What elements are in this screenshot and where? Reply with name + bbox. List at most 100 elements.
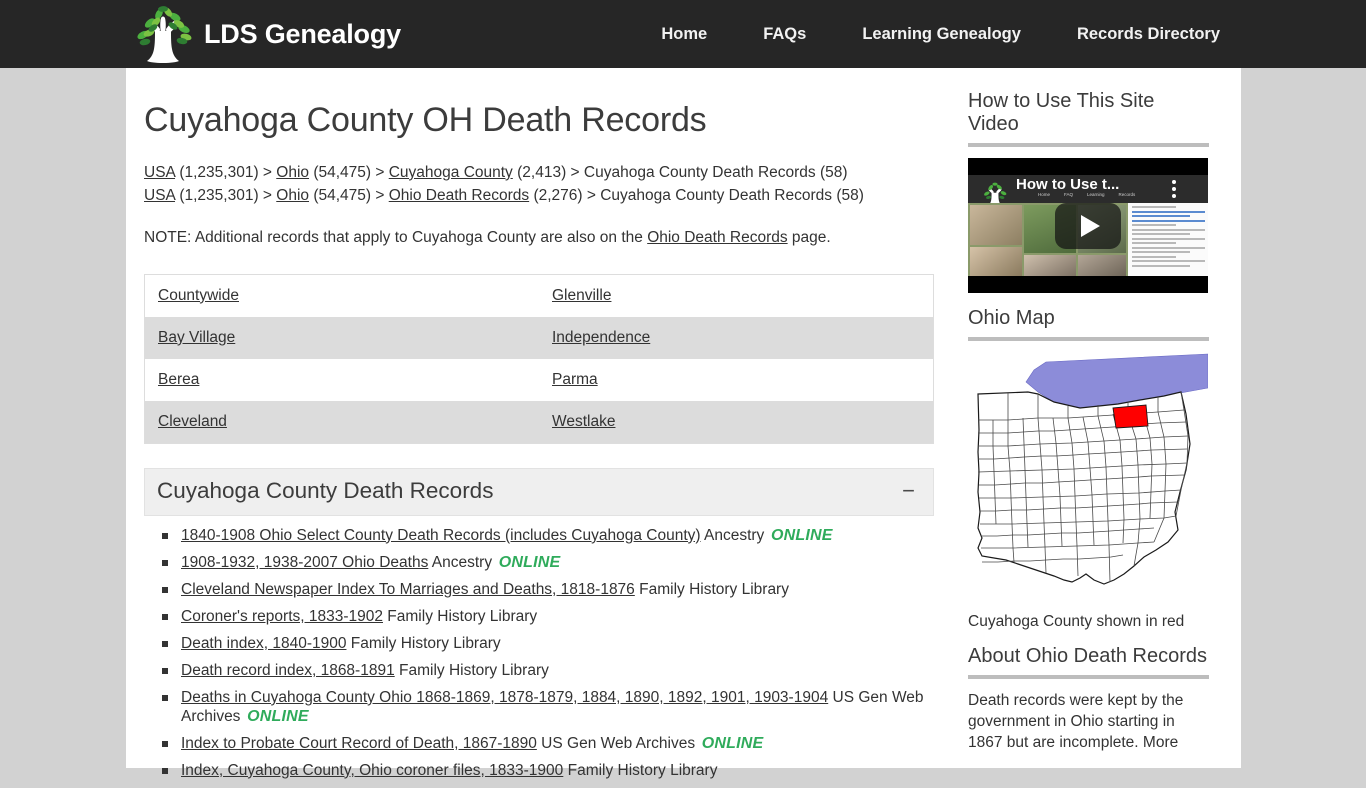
site-header: LDS Genealogy Home FAQs Learning Genealo… (0, 0, 1366, 68)
accordion-collapse-icon[interactable]: − (902, 479, 917, 502)
record-source: Family History Library (634, 580, 789, 598)
record-source: Family History Library (346, 634, 501, 652)
record-link[interactable]: Deaths in Cuyahoga County Ohio 1868-1869… (181, 689, 828, 706)
table-row: Bay Village Independence (144, 316, 934, 359)
list-item: Death index, 1840-1900 Family History Li… (162, 634, 934, 653)
city-link[interactable]: Cleveland (158, 413, 227, 430)
city-link[interactable]: Bay Village (158, 329, 235, 346)
city-link[interactable]: Countywide (158, 287, 239, 304)
online-badge: ONLINE (697, 734, 764, 752)
table-cell: Cleveland (145, 401, 540, 444)
list-item: 1908-1932, 1938-2007 Ohio Deaths Ancestr… (162, 553, 934, 572)
city-link[interactable]: Glenville (552, 287, 611, 304)
city-link[interactable]: Berea (158, 371, 199, 388)
table-cell: Countywide (145, 274, 540, 317)
record-link[interactable]: Cleveland Newspaper Index To Marriages a… (181, 581, 635, 598)
breadcrumb-link[interactable]: Cuyahoga County (389, 164, 513, 181)
breadcrumb-text: (2,413) > Cuyahoga County Death Records … (512, 163, 848, 181)
page-canvas: Cuyahoga County OH Death Records USA (1,… (126, 68, 1241, 779)
breadcrumb-link[interactable]: USA (144, 164, 175, 181)
cities-table-body: Countywide Glenville Bay Village Independen… (144, 274, 934, 444)
brand-logo-link[interactable]: LDS Genealogy (128, 0, 401, 68)
breadcrumb-link[interactable]: USA (144, 187, 175, 204)
video-section: How to Use This Site Video How to Use t.… (968, 90, 1209, 293)
record-source: US Gen Web Archives (536, 734, 696, 752)
breadcrumb-link[interactable]: Ohio Death Records (389, 187, 529, 204)
nav-item-records-directory[interactable]: Records Directory (1049, 0, 1248, 68)
table-row: Berea Parma (144, 358, 934, 401)
record-link[interactable]: Index, Cuyahoga County, Ohio coroner fil… (181, 762, 563, 779)
record-source: Family History Library (563, 761, 718, 779)
nav-item-home[interactable]: Home (633, 0, 735, 68)
about-section-heading: About Ohio Death Records (968, 645, 1209, 679)
record-source: Ancestry (428, 553, 493, 571)
thumbnail-nav-strip: Home FAQ Learning Records (1038, 192, 1136, 197)
online-badge: ONLINE (494, 553, 561, 571)
table-cell: Westlake (539, 401, 934, 444)
breadcrumb-text: (1,235,301) > (175, 163, 277, 181)
play-button-icon[interactable] (1055, 202, 1121, 249)
online-badge: ONLINE (766, 526, 833, 544)
record-link[interactable]: Death record index, 1868-1891 (181, 662, 395, 679)
city-link[interactable]: Westlake (552, 413, 615, 430)
tree-logo-icon (137, 6, 192, 63)
records-accordion: Cuyahoga County Death Records − 1840-190… (144, 467, 934, 780)
map-caption: Cuyahoga County shown in red (968, 613, 1185, 630)
nav-item-faqs[interactable]: FAQs (735, 0, 834, 68)
list-item: Death record index, 1868-1891 Family His… (162, 661, 934, 680)
page-title: Cuyahoga County OH Death Records (144, 101, 707, 139)
about-section-text: Death records were kept by the governmen… (968, 692, 1184, 751)
list-item: Coroner's reports, 1833-1902 Family Hist… (162, 607, 934, 626)
record-source: Family History Library (394, 661, 549, 679)
records-list: 1840-1908 Ohio Select County Death Recor… (144, 526, 934, 780)
list-item: Cleveland Newspaper Index To Marriages a… (162, 580, 934, 599)
kebab-menu-icon[interactable] (1172, 180, 1176, 201)
video-player[interactable]: How to Use t... Home FAQ Learning Records (968, 158, 1208, 293)
thumbnail-text-panel (1128, 203, 1208, 276)
list-item: 1840-1908 Ohio Select County Death Recor… (162, 526, 934, 545)
breadcrumb-text: (2,276) > Cuyahoga County Death Records … (529, 186, 864, 204)
map-section: Ohio Map Cuyahoga County shown in red (968, 307, 1209, 631)
table-row: Countywide Glenville (144, 274, 934, 317)
ohio-county-map (968, 352, 1209, 602)
breadcrumb: USA (1,235,301) > Ohio (54,475) > Cuyaho… (144, 161, 954, 207)
record-source: Family History Library (383, 607, 538, 625)
brand-name: LDS Genealogy (204, 18, 401, 49)
cities-table: Countywide Glenville Bay Village Independen… (144, 273, 934, 444)
breadcrumb-text: (54,475) > (309, 163, 389, 181)
record-link[interactable]: Coroner's reports, 1833-1902 (181, 608, 383, 625)
record-link[interactable]: 1908-1932, 1938-2007 Ohio Deaths (181, 554, 428, 571)
breadcrumb-link[interactable]: Ohio (276, 164, 309, 181)
note-link[interactable]: Ohio Death Records (647, 229, 787, 246)
breadcrumb-text: (54,475) > (309, 186, 389, 204)
main-content: Cuyahoga County OH Death Records USA (1,… (144, 68, 954, 788)
breadcrumb-link[interactable]: Ohio (276, 187, 309, 204)
video-section-heading: How to Use This Site Video (968, 90, 1209, 147)
breadcrumb-row-2: USA (1,235,301) > Ohio (54,475) > Ohio D… (144, 184, 954, 207)
list-item: Index, Cuyahoga County, Ohio coroner fil… (162, 761, 934, 780)
record-link[interactable]: Death index, 1840-1900 (181, 635, 346, 652)
list-item: Deaths in Cuyahoga County Ohio 1868-1869… (162, 688, 934, 726)
list-item: Index to Probate Court Record of Death, … (162, 734, 934, 753)
online-badge: ONLINE (242, 707, 309, 725)
accordion-header[interactable]: Cuyahoga County Death Records − (144, 467, 934, 516)
ohio-map-svg (977, 353, 1209, 585)
note-prefix: NOTE: Additional records that apply to C… (144, 228, 648, 246)
table-cell: Berea (145, 359, 540, 401)
record-link[interactable]: Index to Probate Court Record of Death, … (181, 735, 537, 752)
city-link[interactable]: Parma (552, 371, 598, 388)
nav-item-learning-genealogy[interactable]: Learning Genealogy (834, 0, 1049, 68)
city-link[interactable]: Independence (552, 329, 650, 346)
table-cell: Parma (539, 359, 934, 401)
note-suffix: page. (787, 228, 831, 246)
main-navigation: Home FAQs Learning Genealogy Records Dir… (633, 0, 1248, 68)
breadcrumb-text: (1,235,301) > (175, 186, 277, 204)
map-section-heading: Ohio Map (968, 307, 1209, 341)
record-link[interactable]: 1840-1908 Ohio Select County Death Recor… (181, 527, 701, 544)
sidebar: How to Use This Site Video How to Use t.… (968, 90, 1209, 767)
accordion-title: Cuyahoga County Death Records (157, 477, 494, 503)
video-title-overlay: How to Use t... (1016, 176, 1120, 193)
table-cell: Bay Village (145, 317, 540, 359)
table-cell: Independence (539, 317, 934, 359)
table-cell: Glenville (539, 274, 934, 317)
